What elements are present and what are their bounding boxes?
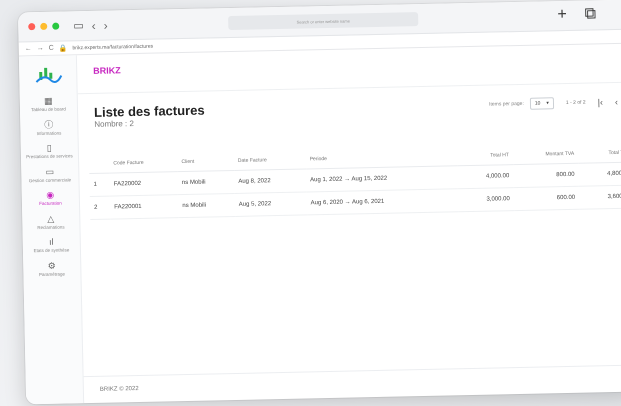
date-facture-cell: Aug 5, 2022: [234, 191, 307, 217]
sidebar-item-parametrage[interactable]: ⚙ Paramétrage: [23, 260, 81, 278]
info-icon: ⓘ: [44, 119, 54, 130]
row-index: 2: [89, 196, 111, 220]
row-index: 1: [89, 173, 111, 197]
sidebar-item-label: Tableau de board: [31, 106, 66, 113]
footer-copyright: BRIKZ © 2022: [99, 386, 139, 393]
montant-tva-cell: 800.00: [513, 163, 579, 188]
address-placeholder: Search or enter website name: [296, 18, 350, 25]
sidebar-item-prestations[interactable]: ▯ Prestations de services: [20, 142, 78, 160]
previous-page-icon[interactable]: ‹: [615, 97, 618, 107]
main-content: BRIKZ Liste des factures Nombre : 2 Item…: [77, 44, 621, 404]
app-shell: ▦ Tableau de board ⓘ Informations ▯ Pres…: [18, 44, 621, 405]
page-size-value: 10: [534, 100, 541, 107]
sidebar-item-label: Informations: [36, 130, 62, 136]
sidebar: ▦ Tableau de board ⓘ Informations ▯ Pres…: [18, 55, 85, 405]
maximize-window-button[interactable]: [52, 22, 60, 30]
stage: ▭ ‹ › Search or enter website name + ⧉ ←…: [0, 0, 621, 406]
date-facture-cell: Aug 8, 2022: [234, 168, 307, 194]
lock-icon: 🔒: [58, 44, 68, 53]
sidebar-item-facturation[interactable]: ◉ Facturation: [21, 189, 79, 207]
first-page-icon[interactable]: |‹: [598, 97, 604, 107]
new-tab-icon[interactable]: +: [557, 6, 567, 24]
sidebar-item-tableau-de-board[interactable]: ▦ Tableau de board: [19, 95, 77, 113]
document-icon: ▯: [46, 142, 52, 153]
periode-cell: Aug 6, 2020 → Aug 6, 2021: [306, 188, 459, 215]
page-title: Liste des factures: [93, 102, 205, 120]
paginator: Items per page: 10 ▾ 1 - 2 of 2 |‹ ‹: [489, 96, 618, 111]
sidebar-item-etats-de-synthese[interactable]: ıl Etats de synthèse: [22, 236, 80, 254]
column-header-montant-tva[interactable]: Montant TVA: [512, 144, 579, 165]
column-header-code-facture[interactable]: Code Facture: [109, 153, 178, 174]
client-cell: ns Mobili: [177, 170, 235, 195]
code-facture-cell: FA220001: [110, 194, 179, 220]
invoice-count: Nombre : 2: [94, 119, 134, 129]
total-ttc-cell: 4,800.00: [578, 162, 621, 187]
minimize-window-button[interactable]: [40, 22, 48, 30]
code-facture-cell: FA220002: [109, 171, 179, 197]
column-header-total-ht[interactable]: Total HT: [456, 146, 514, 166]
url-text[interactable]: brikz.experts.ma/facturation/factures: [72, 43, 153, 51]
periode-cell: Aug 1, 2022 → Aug 15, 2022: [305, 165, 458, 192]
sidebar-item-label: Reclamations: [37, 224, 65, 230]
column-header-date-facture[interactable]: Date Facture: [233, 150, 306, 171]
total-ttc-cell: 3,600.00: [578, 185, 621, 210]
warning-icon: △: [47, 213, 55, 224]
window-controls: [28, 22, 60, 31]
dashboard-icon: ▦: [43, 95, 53, 106]
forward-icon[interactable]: ›: [104, 18, 108, 32]
sidebar-item-label: Gestion commerciale: [28, 176, 72, 183]
column-header-client[interactable]: Client: [177, 151, 235, 172]
page-footer: BRIKZ © 2022: [83, 364, 621, 404]
page-size-select[interactable]: 10 ▾: [529, 97, 555, 110]
sidebar-item-label: Etats de synthèse: [33, 247, 70, 254]
header-divider: [77, 81, 621, 95]
sidebar-item-label: Paramétrage: [38, 271, 65, 277]
client-cell: ns Mobili: [178, 193, 236, 218]
items-per-page-label: Items per page:: [489, 100, 524, 108]
gear-icon: ⚙: [47, 260, 56, 271]
folder-icon: ▭: [45, 166, 55, 177]
sidebar-item-informations[interactable]: ⓘ Informations: [20, 119, 78, 137]
browser-window: ▭ ‹ › Search or enter website name + ⧉ ←…: [17, 0, 621, 405]
chevron-down-icon: ▾: [546, 100, 549, 107]
brand-name: BRIKZ: [93, 65, 121, 76]
reload-icon[interactable]: C: [49, 45, 54, 52]
back-icon[interactable]: ‹: [92, 18, 96, 32]
forward-arrow-icon[interactable]: →: [37, 45, 44, 52]
sidebar-toggle-icon[interactable]: ▭: [73, 19, 84, 32]
billing-icon: ◉: [46, 189, 55, 200]
montant-tva-cell: 600.00: [513, 186, 580, 211]
page-range: 1 - 2 of 2: [565, 99, 586, 106]
address-search-field[interactable]: Search or enter website name: [228, 12, 419, 31]
tabs-overview-icon[interactable]: ⧉: [585, 5, 597, 23]
close-window-button[interactable]: [28, 23, 36, 31]
invoices-table: Code Facture Client Date Facture Periode…: [88, 143, 621, 220]
column-header-index: [88, 154, 110, 174]
total-ht-cell: 3,000.00: [457, 187, 515, 212]
sidebar-item-label: Facturation: [39, 200, 62, 207]
back-arrow-icon[interactable]: ←: [25, 45, 32, 52]
brikz-logo: [35, 67, 62, 83]
chart-icon: ıl: [48, 236, 54, 247]
sidebar-item-reclamations[interactable]: △ Reclamations: [22, 213, 80, 231]
column-header-total-ttc[interactable]: Total TTC: [577, 143, 621, 164]
total-ht-cell: 4,000.00: [457, 164, 514, 189]
sidebar-item-label: Prestations de services: [26, 153, 73, 160]
sidebar-item-gestion-commerciale[interactable]: ▭ Gestion commerciale: [21, 166, 79, 184]
